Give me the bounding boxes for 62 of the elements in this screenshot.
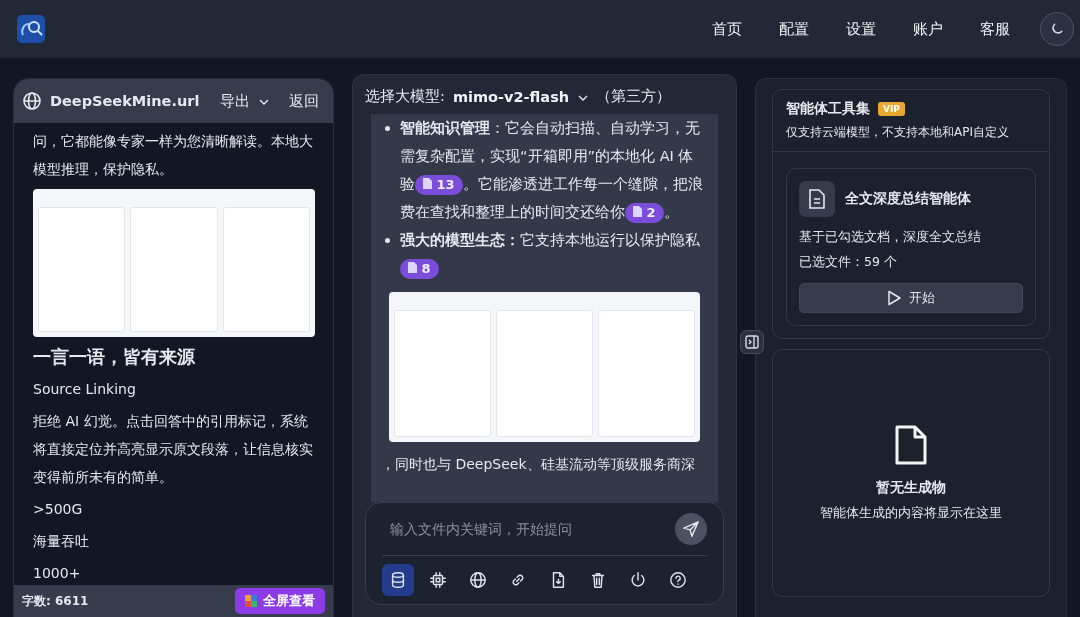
agent-title: 全文深度总结智能体 xyxy=(845,190,971,208)
power-icon xyxy=(629,571,647,589)
document-icon xyxy=(633,206,642,217)
play-icon xyxy=(887,290,901,306)
globe-icon xyxy=(22,91,42,111)
paragraph: 问，它都能像专家一样为您清晰解读。本地大模型推理，保护隐私。 xyxy=(33,132,314,179)
start-button[interactable]: 开始 xyxy=(799,283,1023,313)
fullscreen-button[interactable]: 全屏查看 xyxy=(235,588,325,614)
paragraph: >500G xyxy=(33,500,84,519)
empty-title: 暂无生成物 xyxy=(876,478,946,497)
send-icon xyxy=(682,520,700,538)
citation-chip[interactable]: 13 xyxy=(415,175,463,195)
paragraph: Source Linking xyxy=(33,380,137,399)
nav-link[interactable]: 设置 xyxy=(827,19,894,39)
theme-toggle[interactable] xyxy=(1040,12,1074,46)
database-tool-button[interactable] xyxy=(382,564,414,596)
paragraph: 1000+ xyxy=(33,564,82,583)
nav-link[interactable]: 首页 xyxy=(693,19,760,39)
panel-toggle-button[interactable] xyxy=(740,330,764,354)
selected-files-count: 已选文件：59 个 xyxy=(799,254,898,271)
bullet-icon xyxy=(385,126,390,131)
paragraph: 拒绝 AI 幻觉。点击回答中的引用标记，系统将直接定位并高亮显示原文段落，让信息核实变得前所未有的简单。 xyxy=(33,412,314,487)
document-icon xyxy=(799,181,835,217)
bullet-icon xyxy=(385,238,390,243)
paragraph: 海量吞吐 xyxy=(33,532,90,551)
bullet-text: 智能知识管理：它会自动扫描、自动学习，无需复杂配置，实现“开箱即用”的本地化 AI 体验 13 。它能渗透进工作每一个缝隙，把浪费在查找和整理上的时间交还给你 2 。 xyxy=(400,114,708,226)
empty-text: 智能体生成的内容将显示在这里 xyxy=(820,504,1002,522)
toolkit-title: 智能体工具集 xyxy=(786,100,870,118)
toolkit-subtitle: 仅支持云端模型，不支持本地和API自定义 xyxy=(786,124,1010,141)
help-icon xyxy=(669,571,687,589)
send-button[interactable] xyxy=(675,513,707,545)
trash-icon xyxy=(589,571,607,589)
paragraph: ，同时也与 DeepSeek、硅基流动等顶级服务商深 xyxy=(381,455,696,474)
document-icon xyxy=(423,178,432,189)
agent-description: 基于已勾选文档，深度全文总结 xyxy=(799,229,982,246)
model-note: （第三方） xyxy=(596,87,672,106)
logo-icon[interactable] xyxy=(17,15,45,43)
model-dropdown[interactable]: mimo-v2-flash xyxy=(448,88,593,105)
database-icon xyxy=(389,571,407,589)
document-title: DeepSeekMine.url xyxy=(50,93,201,109)
nav-link[interactable]: 客服 xyxy=(961,19,1028,39)
nav-link[interactable]: 账户 xyxy=(894,19,961,39)
back-button[interactable]: 返回 xyxy=(283,91,325,111)
sidebar-toggle-icon xyxy=(745,335,759,349)
chip-icon xyxy=(429,571,447,589)
word-count: 字数: 6611 xyxy=(22,592,89,610)
globe-icon xyxy=(469,571,487,589)
chevron-down-icon xyxy=(259,98,269,105)
question-input[interactable]: 输入文件内关键词，开始提问 xyxy=(382,515,667,543)
nav-link[interactable]: 配置 xyxy=(760,19,827,39)
model-label: 选择大模型: xyxy=(365,87,445,106)
citation-chip[interactable]: 8 xyxy=(400,259,439,279)
file-icon xyxy=(894,424,928,465)
export-dropdown[interactable]: 导出 xyxy=(214,91,275,111)
citation-chip[interactable]: 2 xyxy=(625,203,664,223)
moon-icon xyxy=(1049,21,1065,37)
document-icon xyxy=(408,262,417,273)
bullet-text: 强大的模型生态：它支持本地运行以保护隐私 8 xyxy=(400,226,708,282)
chevron-down-icon xyxy=(578,94,589,101)
section-heading: 一言一语，皆有来源 xyxy=(33,345,196,369)
app-icon xyxy=(245,595,257,607)
vip-badge: VIP xyxy=(878,102,905,116)
